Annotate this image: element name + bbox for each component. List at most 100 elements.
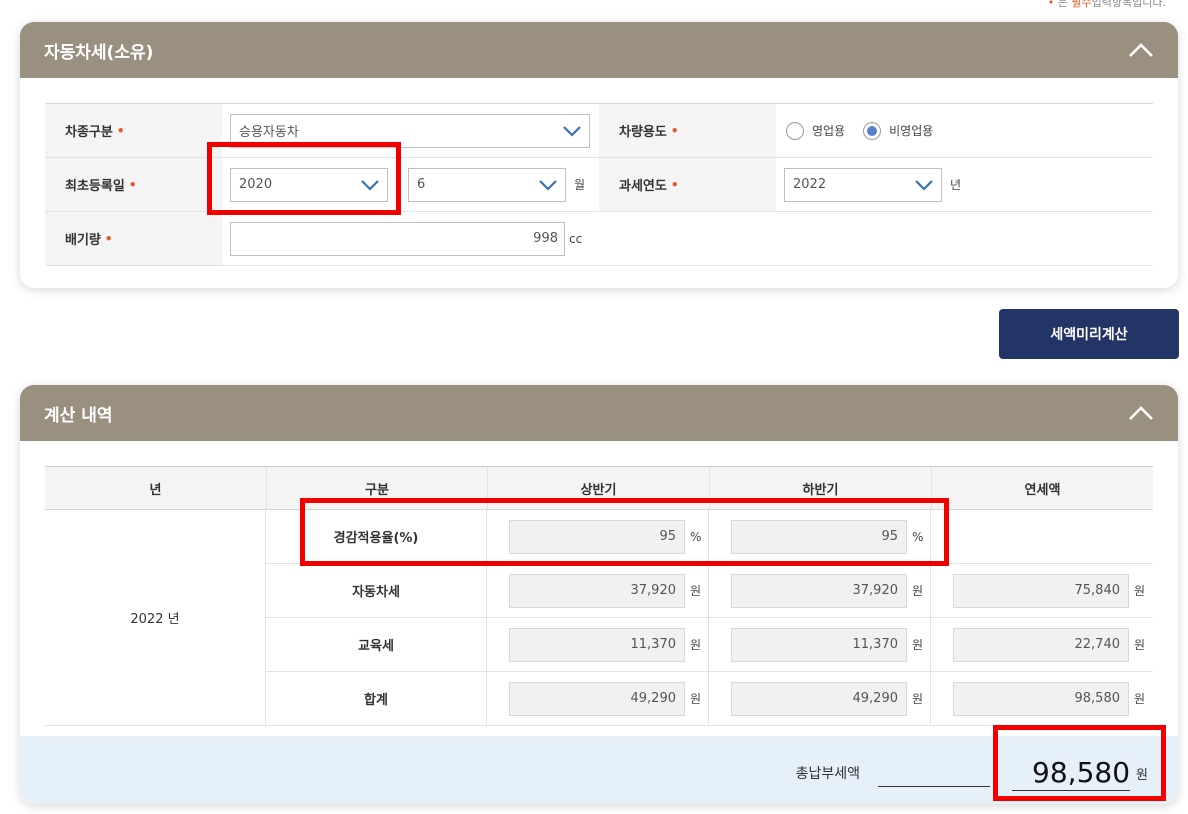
second-half-cell: 49,290 원 bbox=[709, 672, 931, 725]
required-dot: • bbox=[104, 231, 113, 246]
unit-label: % bbox=[912, 529, 924, 544]
unit-label: 원 bbox=[912, 584, 924, 598]
header-first-half: 상반기 bbox=[488, 467, 710, 509]
first-registration-label: 최초등록일 • bbox=[45, 158, 222, 211]
second-half-value: 37,920 bbox=[731, 573, 907, 608]
radio-selected-icon[interactable] bbox=[863, 121, 882, 140]
first-half-value: 11,370 bbox=[509, 627, 685, 662]
unit-label: 원 bbox=[690, 584, 702, 598]
vehicle-type-select[interactable]: 승용자동차 bbox=[230, 113, 590, 148]
required-dot: • bbox=[670, 177, 679, 192]
vehicle-info-form: 차종구분 • 승용자동차 차량용도 • 영업용 비영업용 최초등록일 • 202… bbox=[45, 103, 1153, 266]
collapse-chevron-up-icon[interactable] bbox=[1128, 42, 1154, 58]
total-payment-underline bbox=[878, 760, 991, 787]
tax-year-select[interactable]: 2022 bbox=[784, 167, 942, 202]
unit-label: 원 bbox=[690, 692, 702, 706]
header-category: 구분 bbox=[267, 467, 488, 509]
form-row-displacement: 배기량 • 998 cc bbox=[45, 212, 1153, 266]
first-registration-month-value: 6 bbox=[417, 177, 426, 192]
required-note-prefix: 은 bbox=[1057, 0, 1068, 9]
second-half-value: 49,290 bbox=[731, 681, 907, 716]
row-label: 교육세 bbox=[266, 618, 487, 671]
required-field-note: • 은 필수입력항목입니다. bbox=[1048, 0, 1166, 10]
annual-cell: 75,840 원 bbox=[931, 564, 1153, 617]
row-label: 경감적용율(%) bbox=[266, 510, 487, 563]
unit-label: 원 bbox=[690, 638, 702, 652]
required-dot: • bbox=[116, 123, 125, 138]
first-half-cell: 49,290 원 bbox=[487, 672, 709, 725]
vehicle-type-cell: 승용자동차 bbox=[222, 104, 599, 157]
annual-cell: 22,740 원 bbox=[931, 618, 1153, 671]
row-label: 합계 bbox=[266, 672, 487, 725]
row-label: 자동차세 bbox=[266, 564, 487, 617]
first-half-value: 95 bbox=[509, 519, 685, 554]
table-row-reduction-rate: 경감적용율(%) 95 % 95 % bbox=[266, 510, 1153, 564]
first-half-cell: 37,920 원 bbox=[487, 564, 709, 617]
required-dot: • bbox=[128, 177, 137, 192]
vehicle-type-label-text: 차종구분 bbox=[65, 125, 113, 140]
first-half-cell: 95 % bbox=[487, 510, 709, 563]
usage-radio-group: 영업용 비영업용 bbox=[776, 104, 951, 157]
annual-value: 98,580 bbox=[953, 681, 1129, 716]
unit-label: 원 bbox=[912, 638, 924, 652]
radio-unselected-icon[interactable] bbox=[786, 121, 804, 140]
form-row-vehicle-type: 차종구분 • 승용자동차 차량용도 • 영업용 비영업용 bbox=[45, 104, 1153, 158]
result-table-body: 2022 년 경감적용율(%) 95 % 95 % 자동차세 37,920 원 … bbox=[45, 510, 1153, 726]
unit-label: 원 bbox=[912, 692, 924, 706]
displacement-input[interactable]: 998 bbox=[230, 221, 565, 256]
usage-option-noncommercial[interactable]: 비영업용 bbox=[863, 121, 934, 140]
first-half-value: 49,290 bbox=[509, 681, 685, 716]
calculation-result-panel: 계산 내역 년 구분 상반기 하반기 연세액 2022 년 경감적용율(%) 9… bbox=[20, 385, 1178, 804]
annual-value: 75,840 bbox=[953, 573, 1129, 608]
form-row-first-registration: 최초등록일 • 2020 6 월 과세연도 • 2022 년 bbox=[45, 158, 1153, 212]
collapse-chevron-up-icon[interactable] bbox=[1128, 405, 1154, 421]
unit-label: % bbox=[690, 529, 702, 544]
annual-value: 22,740 bbox=[953, 627, 1129, 662]
chevron-down-icon bbox=[915, 179, 933, 191]
calculate-tax-button[interactable]: 세액미리계산 bbox=[999, 309, 1179, 359]
displacement-label-text: 배기량 bbox=[65, 233, 101, 248]
vehicle-tax-panel: 자동차세(소유) 차종구분 • 승용자동차 차량용도 • 영업용 비영업용 최초… bbox=[20, 22, 1178, 288]
vehicle-tax-panel-header[interactable]: 자동차세(소유) bbox=[20, 22, 1178, 78]
usage-option-commercial-label: 영업용 bbox=[812, 124, 846, 138]
calculation-result-panel-title: 계산 내역 bbox=[44, 405, 113, 426]
calculation-result-panel-header[interactable]: 계산 내역 bbox=[20, 385, 1178, 441]
total-payment-value: 98,580 bbox=[1012, 756, 1131, 791]
first-registration-month-select[interactable]: 6 bbox=[408, 167, 566, 202]
vehicle-type-value: 승용자동차 bbox=[239, 125, 299, 140]
chevron-down-icon bbox=[361, 179, 379, 191]
tax-year-label: 과세연도 • bbox=[599, 158, 776, 211]
second-half-cell: 95 % bbox=[709, 510, 931, 563]
second-half-value: 11,370 bbox=[731, 627, 907, 662]
chevron-down-icon bbox=[539, 179, 557, 191]
table-row-vehicle-tax: 자동차세 37,920 원 37,920 원 75,840 원 bbox=[266, 564, 1153, 618]
table-row-total: 합계 49,290 원 49,290 원 98,580 원 bbox=[266, 672, 1153, 726]
annual-cell-empty bbox=[931, 510, 1153, 563]
tax-year-value: 2022 bbox=[793, 177, 827, 192]
required-note-dot: • bbox=[1047, 0, 1055, 9]
required-note-suffix: 입력항목입니다. bbox=[1091, 0, 1166, 9]
first-registration-label-text: 최초등록일 bbox=[65, 179, 125, 194]
usage-option-commercial[interactable]: 영업용 bbox=[786, 121, 846, 140]
vehicle-type-label: 차종구분 • bbox=[45, 104, 222, 157]
first-registration-year-select[interactable]: 2020 bbox=[230, 167, 388, 202]
total-payment-unit: 원 bbox=[1136, 767, 1148, 783]
usage-option-noncommercial-label: 비영업용 bbox=[889, 124, 934, 138]
second-half-cell: 37,920 원 bbox=[709, 564, 931, 617]
first-registration-year-value: 2020 bbox=[239, 177, 273, 192]
vehicle-tax-panel-title: 자동차세(소유) bbox=[44, 42, 154, 63]
displacement-unit: cc bbox=[569, 231, 583, 246]
year-cell: 2022 년 bbox=[45, 510, 266, 726]
tax-year-label-text: 과세연도 bbox=[619, 179, 667, 194]
displacement-cell: 998 cc bbox=[222, 212, 582, 265]
second-half-cell: 11,370 원 bbox=[709, 618, 931, 671]
total-payment-label: 총납부세액 bbox=[795, 766, 861, 782]
table-row-education-tax: 교육세 11,370 원 11,370 원 22,740 원 bbox=[266, 618, 1153, 672]
result-table-header: 년 구분 상반기 하반기 연세액 bbox=[45, 467, 1153, 510]
header-second-half: 하반기 bbox=[710, 467, 932, 509]
unit-label: 원 bbox=[1134, 638, 1146, 652]
month-unit: 월 bbox=[574, 178, 586, 192]
required-dot: • bbox=[670, 123, 679, 138]
displacement-value: 998 bbox=[533, 231, 558, 246]
unit-label: 원 bbox=[1134, 692, 1146, 706]
